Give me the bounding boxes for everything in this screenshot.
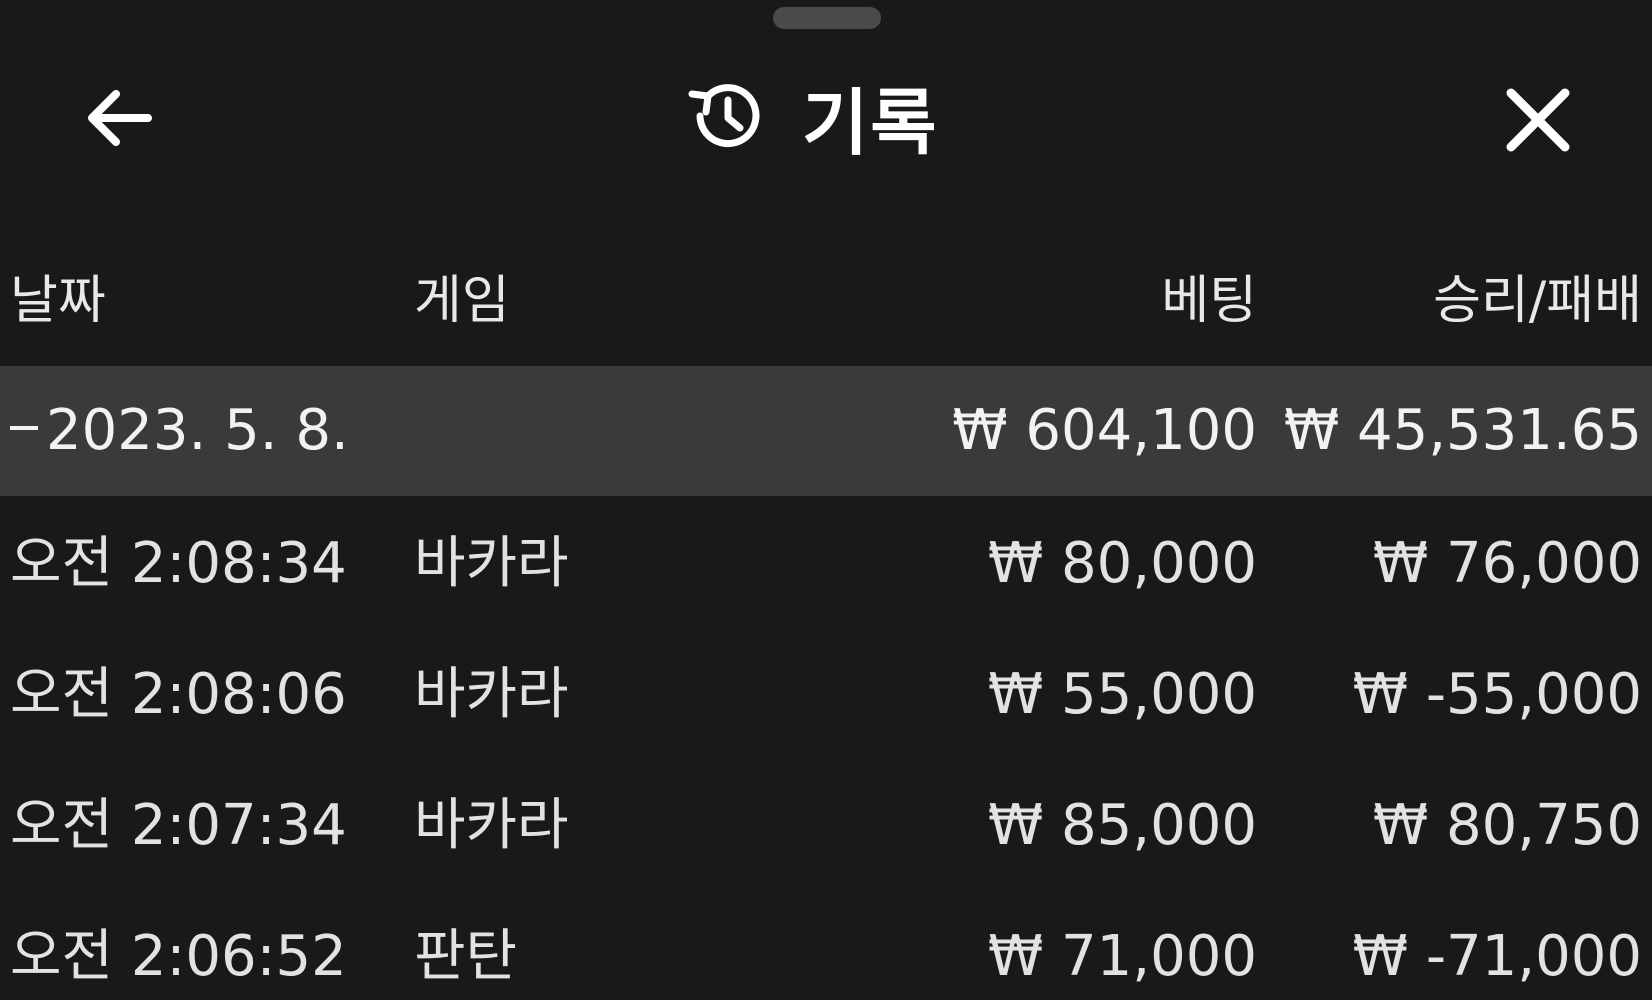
table-header-row: 날짜 게임 베팅 승리/패배 [0,240,1652,366]
group-bet-total: ₩ 604,100 [952,398,1257,463]
row-time: 오전 2:08:34 [10,531,347,596]
row-bet: ₩ 85,000 [987,793,1257,858]
history-sheet: 기록 날짜 게임 베팅 승리/패배 2023. 5. 8. ₩ 604,100 … [0,0,1652,1000]
close-button[interactable] [1490,72,1586,168]
history-clock-icon [680,70,772,162]
table-row[interactable]: 오전 2:07:34 바카라 ₩ 85,000 ₩ 80,750 [0,758,1652,889]
column-header-date[interactable]: 날짜 [10,266,106,336]
column-header-result[interactable]: 승리/패배 [1433,266,1642,336]
column-header-bet[interactable]: 베팅 [1161,266,1257,336]
page-title: 기록 [802,80,939,165]
history-table: 날짜 게임 베팅 승리/패배 2023. 5. 8. ₩ 604,100 ₩ 4… [0,240,1652,1000]
row-bet: ₩ 80,000 [987,531,1257,596]
group-date-text: 2023. 5. 8. [46,398,349,463]
row-game: 바카라 [414,793,569,858]
row-game: 바카라 [414,662,569,727]
row-result: ₩ -55,000 [1352,662,1642,727]
table-row[interactable]: 오전 2:08:34 바카라 ₩ 80,000 ₩ 76,000 [0,496,1652,627]
page-title-group: 기록 [680,66,938,166]
column-header-game[interactable]: 게임 [414,266,510,336]
drag-handle[interactable] [773,7,881,29]
row-result: ₩ -71,000 [1352,924,1642,989]
arrow-left-icon [88,90,152,146]
close-x-icon [1506,88,1570,152]
row-time: 오전 2:06:52 [10,924,347,989]
table-row[interactable]: 오전 2:06:52 판탄 ₩ 71,000 ₩ -71,000 [0,889,1652,1000]
row-game: 판탄 [414,924,518,989]
row-game: 바카라 [414,531,569,596]
row-result: ₩ 80,750 [1372,793,1642,858]
collapse-minus-icon[interactable] [10,425,38,430]
row-time: 오전 2:07:34 [10,793,347,858]
group-date: 2023. 5. 8. [10,396,349,466]
row-bet: ₩ 55,000 [987,662,1257,727]
group-result-total: ₩ 45,531.65 [1283,398,1642,463]
table-row[interactable]: 오전 2:08:06 바카라 ₩ 55,000 ₩ -55,000 [0,627,1652,758]
date-group-row[interactable]: 2023. 5. 8. ₩ 604,100 ₩ 45,531.65 [0,366,1652,496]
row-time: 오전 2:08:06 [10,662,347,727]
row-result: ₩ 76,000 [1372,531,1642,596]
header: 기록 [0,40,1652,190]
row-bet: ₩ 71,000 [987,924,1257,989]
back-button[interactable] [70,78,166,158]
